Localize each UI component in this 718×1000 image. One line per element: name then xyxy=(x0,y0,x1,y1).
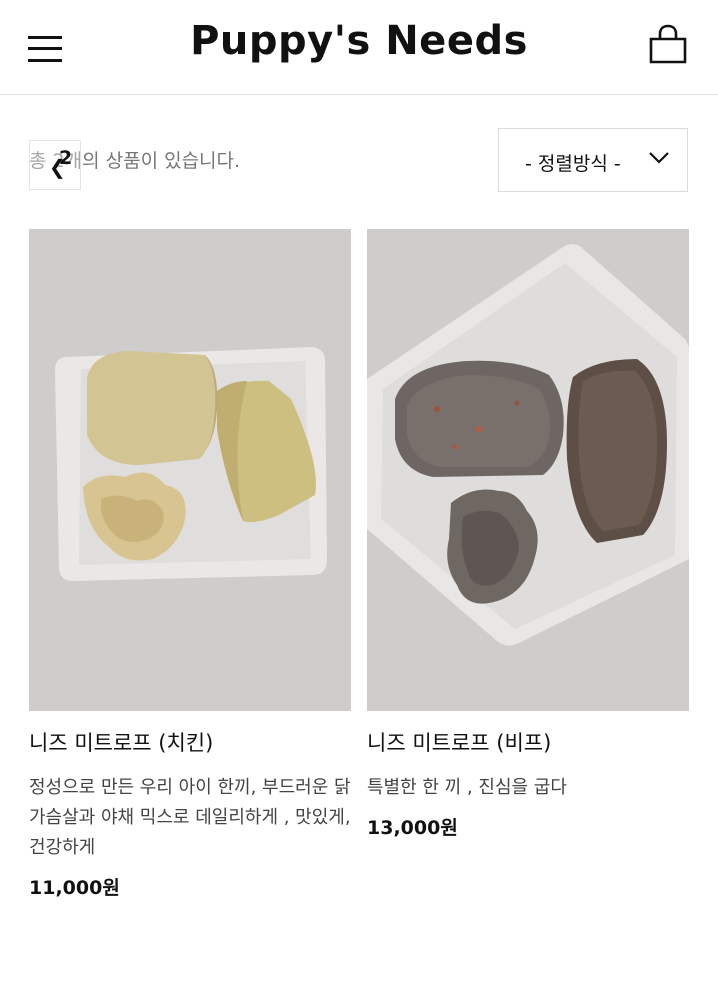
back-button[interactable]: ❮ 2 xyxy=(29,140,81,190)
back-button-number: 2 xyxy=(59,147,73,169)
product-price: 11,000원 xyxy=(29,877,120,899)
product-description: 특별한 한 끼 , 진심을 굽다 xyxy=(367,777,567,798)
product-price: 13,000원 xyxy=(367,817,458,839)
chevron-down-icon xyxy=(649,152,669,164)
beef-meatloaf-photo[interactable] xyxy=(367,229,689,711)
product-description: 정성으로 만든 우리 아이 한끼, 부드러운 닭가슴살과 야채 믹스로 데일리하… xyxy=(29,777,351,858)
chicken-meatloaf-photo[interactable] xyxy=(29,229,351,711)
list-toolbar: 총 2개의 상품이 있습니다. ❮ 2 - 정렬방식 - xyxy=(0,128,718,192)
product-card[interactable]: 니즈 미트로프 (비프) 특별한 한 끼 , 진심을 굽다 13,000원 xyxy=(367,229,689,840)
sort-select[interactable]: - 정렬방식 - xyxy=(498,128,688,192)
sort-select-label: - 정렬방식 - xyxy=(525,153,621,175)
shopping-bag-icon[interactable] xyxy=(648,24,688,66)
product-name[interactable]: 니즈 미트로프 (비프) xyxy=(367,727,689,757)
brand-logo[interactable]: Puppy's Needs xyxy=(0,18,718,64)
site-header: Puppy's Needs xyxy=(0,0,718,95)
product-name[interactable]: 니즈 미트로프 (치킨) xyxy=(29,727,351,757)
product-card[interactable]: 니즈 미트로프 (치킨) 정성으로 만든 우리 아이 한끼, 부드러운 닭가슴살… xyxy=(29,229,351,900)
